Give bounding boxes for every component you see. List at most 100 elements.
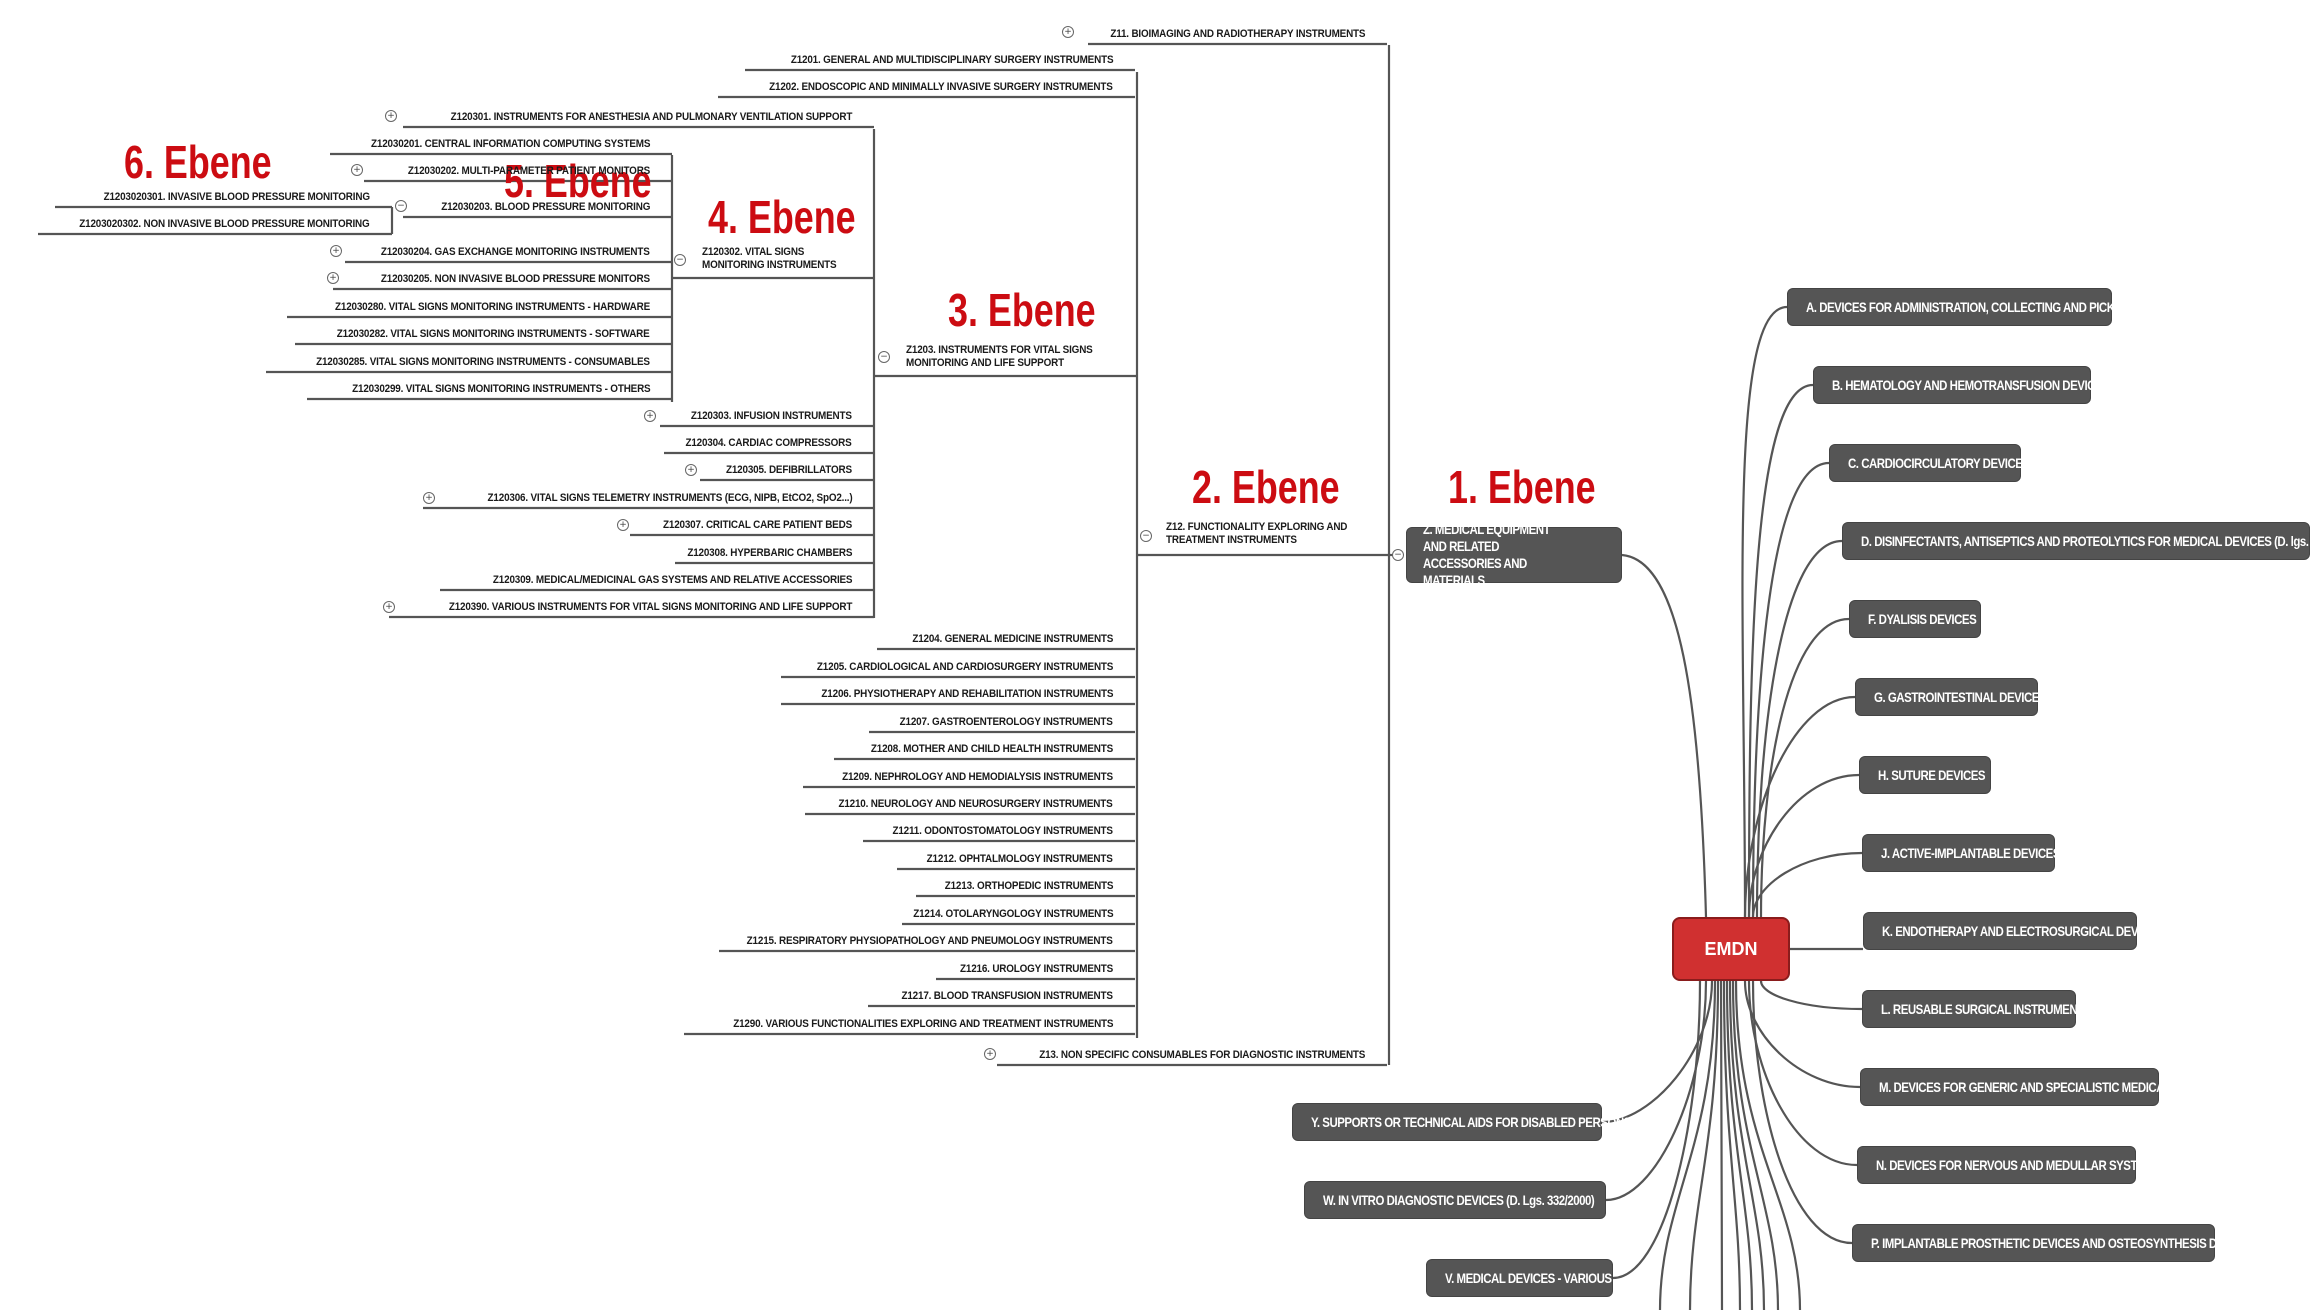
tree-node-z1203-child[interactable]: Z120390. VARIOUS INSTRUMENTS FOR VITAL S…	[449, 601, 853, 614]
category-label: V. MEDICAL DEVICES - VARIOUS	[1445, 1270, 1612, 1286]
tree-node-z120302-child[interactable]: Z12030282. VITAL SIGNS MONITORING INSTRU…	[337, 328, 650, 341]
tree-node-z11[interactable]: Z11. BIOIMAGING AND RADIOTHERAPY INSTRUM…	[1110, 28, 1365, 41]
tree-node-z1201[interactable]: Z1201. GENERAL AND MULTIDISCIPLINARY SUR…	[790, 54, 1113, 67]
category-label: L. REUSABLE SURGICAL INSTRUMENTS	[1881, 1001, 2091, 1017]
level-marker-3: 3. Ebene	[948, 284, 1096, 336]
tree-node-z120302-child[interactable]: Z12030202. MULTI-PARAMETER PATIENT MONIT…	[408, 165, 650, 178]
category-node[interactable]: P. IMPLANTABLE PROSTHETIC DEVICES AND OS…	[1852, 1224, 2256, 1262]
collapse-icon[interactable]: −	[878, 351, 890, 363]
tree-node-z1203020301[interactable]: Z1203020301. INVASIVE BLOOD PRESSURE MON…	[104, 191, 370, 204]
mind-map-canvas: 1. Ebene 2. Ebene 3. Ebene 4. Ebene 5. Ebene…	[0, 0, 2312, 1310]
expand-icon[interactable]: +	[351, 164, 363, 176]
collapse-icon[interactable]: −	[395, 200, 407, 212]
tree-node-z12-child[interactable]: Z1209. NEPHROLOGY AND HEMODIALYSIS INSTR…	[842, 771, 1113, 784]
tree-node-z12-child[interactable]: Z1211. ODONTOSTOMATOLOGY INSTRUMENTS	[893, 825, 1114, 838]
tree-node-z120302-child[interactable]: Z12030201. CENTRAL INFORMATION COMPUTING…	[371, 138, 650, 151]
tree-node-z13[interactable]: Z13. NON SPECIFIC CONSUMABLES FOR DIAGNO…	[1039, 1049, 1365, 1062]
category-connector	[1751, 851, 1863, 918]
tree-node-z120302-child[interactable]: Z12030204. GAS EXCHANGE MONITORING INSTR…	[381, 246, 650, 259]
category-label: F. DYALISIS DEVICES	[1868, 611, 1977, 627]
collapse-icon[interactable]: −	[674, 254, 686, 266]
category-node[interactable]: C. CARDIOCIRCULATORY DEVICES	[1829, 444, 2030, 482]
tree-node-z1203-child[interactable]: Z120306. VITAL SIGNS TELEMETRY INSTRUMEN…	[487, 492, 852, 505]
category-connector	[1601, 980, 1714, 1124]
expand-icon[interactable]: +	[423, 492, 435, 504]
collapse-icon[interactable]: −	[1392, 549, 1404, 561]
category-node[interactable]: Y. SUPPORTS OR TECHNICAL AIDS FOR DISABL…	[1292, 1103, 1631, 1141]
tree-node-z12-child[interactable]: Z1216. UROLOGY INSTRUMENTS	[960, 963, 1113, 976]
tree-node-z12-child[interactable]: Z1217. BLOOD TRANSFUSION INSTRUMENTS	[902, 990, 1114, 1003]
category-label: W. IN VITRO DIAGNOSTIC DEVICES (D. Lgs. …	[1323, 1192, 1595, 1208]
level-marker-6: 6. Ebene	[124, 136, 272, 188]
category-label: G. GASTROINTESTINAL DEVICES	[1874, 689, 2047, 705]
expand-icon[interactable]: +	[685, 464, 697, 476]
category-label: Y. SUPPORTS OR TECHNICAL AIDS FOR DISABL…	[1311, 1114, 1631, 1130]
expand-icon[interactable]: +	[385, 110, 397, 122]
tree-node-z1202[interactable]: Z1202. ENDOSCOPIC AND MINIMALLY INVASIVE…	[770, 81, 1114, 94]
tree-node-z1203-child[interactable]: Z120308. HYPERBARIC CHAMBERS	[687, 547, 852, 560]
tree-node-z12-child[interactable]: Z1207. GASTROENTEROLOGY INSTRUMENTS	[900, 716, 1113, 729]
category-node[interactable]: L. REUSABLE SURGICAL INSTRUMENTS	[1862, 990, 2091, 1028]
category-node[interactable]: F. DYALISIS DEVICES	[1849, 600, 1981, 638]
tree-node-z1203-child[interactable]: Z120303. INFUSION INSTRUMENTS	[691, 410, 852, 423]
tree-node-z12-child[interactable]: Z1210. NEUROLOGY AND NEUROSURGERY INSTRU…	[839, 798, 1113, 811]
tree-node-z12-child[interactable]: Z1213. ORTHOPEDIC INSTRUMENTS	[944, 880, 1113, 893]
tree-node-z12-child[interactable]: Z1215. RESPIRATORY PHYSIOPATHOLOGY AND P…	[747, 935, 1113, 948]
category-node[interactable]: N. DEVICES FOR NERVOUS AND MEDULLAR SYST…	[1857, 1146, 2161, 1184]
tree-node-z120302-child[interactable]: Z12030299. VITAL SIGNS MONITORING INSTRU…	[352, 383, 651, 396]
category-label: J. ACTIVE-IMPLANTABLE DEVICES	[1881, 845, 2061, 861]
category-node[interactable]: B. HEMATOLOGY AND HEMOTRANSFUSION DEVICE…	[1813, 366, 2110, 404]
tree-node-z12[interactable]: Z12. FUNCTIONALITY EXPLORING AND TREATME…	[1166, 521, 1364, 547]
expand-icon[interactable]: +	[617, 519, 629, 531]
root-to-z-connector	[1621, 553, 1708, 918]
category-connector	[1743, 980, 1861, 1089]
category-label: C. CARDIOCIRCULATORY DEVICES	[1848, 455, 2030, 471]
category-label: K. ENDOTHERAPY AND ELECTROSURGICAL DEVIC…	[1882, 923, 2163, 939]
category-node[interactable]: H. SUTURE DEVICES	[1859, 756, 1991, 794]
category-label: B. HEMATOLOGY AND HEMOTRANSFUSION DEVICE…	[1832, 377, 2110, 393]
tree-node-z12-child[interactable]: Z1208. MOTHER AND CHILD HEALTH INSTRUMEN…	[871, 743, 1113, 756]
tree-node-z1203[interactable]: Z1203. INSTRUMENTS FOR VITAL SIGNS MONIT…	[906, 344, 1104, 370]
category-connector	[1751, 980, 1853, 1245]
category-node[interactable]: V. MEDICAL DEVICES - VARIOUS	[1426, 1259, 1613, 1297]
tree-node-z120302-child[interactable]: Z12030285. VITAL SIGNS MONITORING INSTRU…	[316, 356, 650, 369]
expand-icon[interactable]: +	[330, 245, 342, 257]
tree-node-z120302-child[interactable]: Z12030205. NON INVASIVE BLOOD PRESSURE M…	[381, 273, 650, 286]
category-node[interactable]: J. ACTIVE-IMPLANTABLE DEVICES	[1862, 834, 2060, 872]
expand-icon[interactable]: +	[327, 272, 339, 284]
tree-node-z120302-child[interactable]: Z12030280. VITAL SIGNS MONITORING INSTRU…	[335, 301, 650, 314]
category-node[interactable]: D. DISINFECTANTS, ANTISEPTICS AND PROTEO…	[1842, 522, 2312, 560]
category-node[interactable]: A. DEVICES FOR ADMINISTRATION, COLLECTIN…	[1787, 288, 2134, 326]
category-connector	[1605, 980, 1708, 1202]
expand-icon[interactable]: +	[984, 1048, 996, 1060]
tree-node-z1203020302[interactable]: Z1203020302. NON INVASIVE BLOOD PRESSURE…	[80, 218, 370, 231]
tree-node-z12-child[interactable]: Z1206. PHYSIOTHERAPY AND REHABILITATION …	[821, 688, 1113, 701]
category-node[interactable]: M. DEVICES FOR GENERIC AND SPECIALISTIC …	[1860, 1068, 2189, 1106]
level-marker-4: 4. Ebene	[708, 191, 856, 243]
tree-node-z12-child[interactable]: Z1212. OPHTALMOLOGY INSTRUMENTS	[927, 853, 1113, 866]
category-label: P. IMPLANTABLE PROSTHETIC DEVICES AND OS…	[1871, 1235, 2256, 1251]
tree-node-z1203-child[interactable]: Z120305. DEFIBRILLATORS	[726, 464, 852, 477]
tree-node-z12-child[interactable]: Z1204. GENERAL MEDICINE INSTRUMENTS	[912, 633, 1113, 646]
category-node[interactable]: G. GASTROINTESTINAL DEVICES	[1855, 678, 2047, 716]
expand-icon[interactable]: +	[644, 410, 656, 422]
collapse-icon[interactable]: −	[1140, 530, 1152, 542]
tree-node-z1203-child[interactable]: Z120304. CARDIAC COMPRESSORS	[686, 437, 852, 450]
z-node-label: Z. MEDICAL EQUIPMENT AND RELATED ACCESSO…	[1423, 521, 1551, 588]
category-node[interactable]: K. ENDOTHERAPY AND ELECTROSURGICAL DEVIC…	[1863, 912, 2163, 950]
z-node[interactable]: Z. MEDICAL EQUIPMENT AND RELATED ACCESSO…	[1406, 521, 1622, 588]
category-connector	[1759, 617, 1850, 918]
tree-node-z12-child[interactable]: Z1214. OTOLARYNGOLOGY INSTRUMENTS	[913, 908, 1113, 921]
category-label: A. DEVICES FOR ADMINISTRATION, COLLECTIN…	[1806, 299, 2134, 315]
tree-node-z1203-child[interactable]: Z120309. MEDICAL/MEDICINAL GAS SYSTEMS A…	[493, 574, 853, 587]
tree-node-z120302-child[interactable]: Z12030203. BLOOD PRESSURE MONITORING	[441, 201, 650, 214]
category-node[interactable]: W. IN VITRO DIAGNOSTIC DEVICES (D. Lgs. …	[1304, 1181, 1606, 1219]
tree-node-z1203-child[interactable]: Z120307. CRITICAL CARE PATIENT BEDS	[663, 519, 852, 532]
tree-node-z12-child[interactable]: Z1290. VARIOUS FUNCTIONALITIES EXPLORING…	[733, 1018, 1113, 1031]
tree-node-z12-child[interactable]: Z1205. CARDIOLOGICAL AND CARDIOSURGERY I…	[817, 661, 1113, 674]
tree-node-z120302[interactable]: Z120302. VITAL SIGNS MONITORING INSTRUME…	[702, 246, 855, 272]
root-node-emdn[interactable]: EMDN	[1672, 917, 1790, 981]
expand-icon[interactable]: +	[383, 601, 395, 613]
tree-node-z120301[interactable]: Z120301. INSTRUMENTS FOR ANESTHESIA AND …	[450, 111, 852, 124]
expand-icon[interactable]: +	[1062, 26, 1074, 38]
